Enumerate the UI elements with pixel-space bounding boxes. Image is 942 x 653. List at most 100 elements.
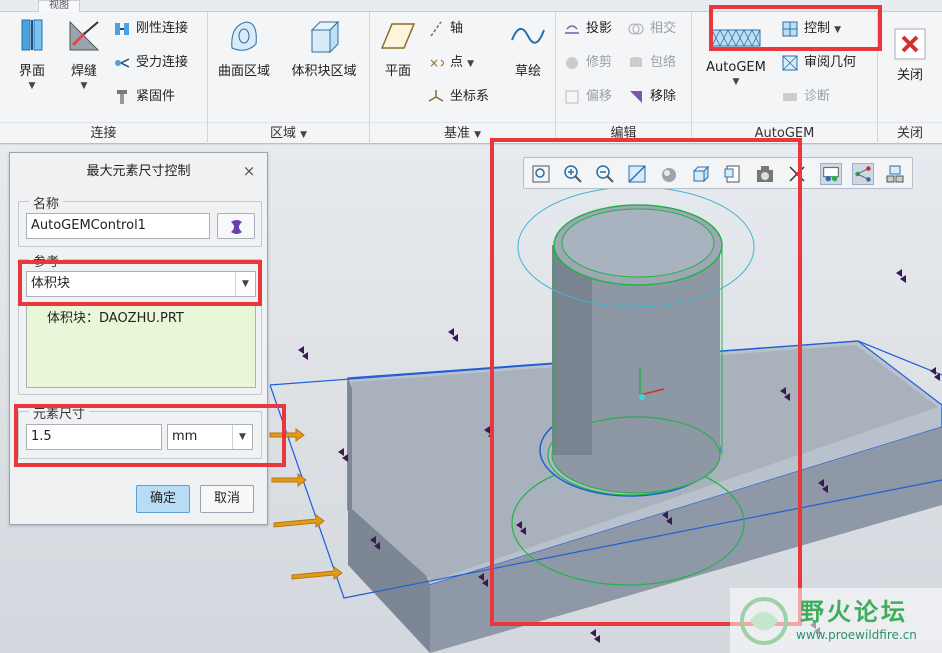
color-swatch-icon — [231, 220, 242, 234]
intersect-button[interactable]: 相交 — [626, 16, 676, 42]
remove-button[interactable]: 移除 — [626, 84, 676, 110]
csys-label: 坐标系 — [450, 89, 490, 104]
trim-label: 修剪 — [586, 55, 613, 70]
annotation-display-icon[interactable] — [884, 163, 906, 185]
project-button[interactable]: 投影 — [562, 16, 612, 42]
remove-label: 移除 — [650, 89, 677, 104]
chevron-down-icon: ▼ — [28, 81, 36, 91]
point-icon: ×× — [429, 56, 444, 70]
highlight-volume — [490, 138, 802, 626]
volume-region-button[interactable]: 体积块区域 — [282, 16, 366, 79]
group-label-connections: 连接 — [0, 122, 207, 144]
axis-button[interactable]: 轴 — [426, 16, 463, 42]
intersect-label: 相交 — [650, 21, 677, 36]
sketch-button[interactable]: 草绘 — [500, 16, 556, 79]
diagnostics-button[interactable]: 诊断 — [780, 84, 830, 110]
point-button[interactable]: ×× 点 ▼ — [426, 50, 474, 76]
volume-region-label: 体积块区域 — [291, 64, 357, 79]
trim-icon — [566, 57, 578, 69]
rigid-link-button[interactable]: 刚性连接 — [112, 16, 188, 42]
simulation-display-icon[interactable] — [820, 163, 842, 185]
name-fieldset: 名称 AutoGEMControl1 — [18, 193, 262, 247]
weighted-link-icon — [115, 58, 130, 68]
group-label-datum-text: 基准 — [443, 126, 470, 141]
close-icon[interactable]: × — [241, 163, 257, 179]
project-label: 投影 — [586, 21, 613, 36]
wrap-icon — [630, 57, 642, 67]
plane-label: 平面 — [384, 64, 411, 79]
group-close: 关闭 关闭 — [878, 12, 942, 144]
rigid-link-icon — [115, 23, 129, 35]
interface-label: 界面 — [18, 64, 45, 79]
close-icon — [894, 28, 926, 60]
name-input[interactable]: AutoGEMControl1 — [26, 213, 210, 239]
rigid-link-label: 刚性连接 — [136, 21, 189, 36]
wrap-label: 包络 — [650, 55, 677, 70]
fastener-button[interactable]: 紧固件 — [112, 84, 175, 110]
remove-icon — [630, 91, 642, 103]
weighted-link-label: 受力连接 — [136, 55, 189, 70]
chevron-down-icon: ▼ — [80, 81, 88, 91]
diagnostics-label: 诊断 — [804, 89, 831, 104]
fastener-icon — [117, 90, 127, 104]
chevron-down-icon[interactable]: ▼ — [474, 130, 481, 140]
weighted-link-button[interactable]: 受力连接 — [112, 50, 188, 76]
chevron-down-icon[interactable]: ▼ — [300, 130, 307, 140]
offset-button[interactable]: 偏移 — [562, 84, 612, 110]
intersect-icon — [628, 23, 644, 35]
watermark: 野火论坛 www.proewildfire.cn — [730, 588, 942, 653]
color-picker-button[interactable] — [217, 213, 255, 239]
group-connections: 界面 ▼ 焊缝 ▼ 刚性连接 受力连接 紧固件 连接 — [0, 12, 208, 144]
review-geometry-icon — [782, 55, 798, 71]
interface-button[interactable]: 界面 ▼ — [4, 16, 60, 91]
group-regions: 曲面区域 体积块区域 区域 ▼ — [208, 12, 370, 144]
group-datum: 平面 轴 ×× 点 ▼ 坐标系 草绘 基准 ▼ — [370, 12, 556, 144]
volume-region-icon — [310, 20, 340, 54]
sketch-icon — [511, 28, 545, 44]
reference-list[interactable]: 体积块：DAOZHU.PRT — [26, 302, 256, 388]
highlight-reference-type — [18, 260, 262, 306]
surface-region-icon — [231, 21, 257, 51]
forum-logo-icon — [740, 597, 788, 645]
weld-icon — [69, 20, 100, 51]
trim-button[interactable]: 修剪 — [562, 50, 612, 76]
axis-label: 轴 — [450, 21, 464, 36]
surface-region-label: 曲面区域 — [217, 64, 270, 79]
csys-button[interactable]: 坐标系 — [426, 84, 489, 110]
name-label: 名称 — [29, 193, 64, 212]
review-geometry-label: 审阅几何 — [804, 55, 857, 70]
highlight-control — [709, 5, 882, 51]
group-label-regions-text: 区域 — [269, 126, 296, 141]
cancel-button[interactable]: 取消 — [200, 485, 254, 513]
connection-display-icon[interactable] — [852, 163, 874, 185]
ribbon-tab-1[interactable] — [0, 0, 20, 12]
plane-button[interactable]: 平面 — [370, 16, 426, 79]
close-button[interactable]: 关闭 — [882, 16, 938, 83]
weld-button[interactable]: 焊缝 ▼ — [56, 16, 112, 91]
wrap-button[interactable]: 包络 — [626, 50, 676, 76]
review-geometry-button[interactable]: 审阅几何 — [780, 50, 856, 76]
watermark-title: 野火论坛 — [800, 598, 908, 626]
offset-icon — [565, 90, 579, 104]
svg-text:××: ×× — [429, 56, 444, 70]
fastener-label: 紧固件 — [136, 89, 176, 104]
close-label: 关闭 — [896, 68, 923, 83]
axis-icon — [430, 21, 442, 37]
ok-button[interactable]: 确定 — [136, 485, 190, 513]
dialog-title: 最大元素尺寸控制 — [86, 164, 191, 179]
coordinate-system-icon — [428, 90, 444, 102]
ribbon-tab-view[interactable]: 视图 — [38, 0, 80, 12]
surface-region-button[interactable]: 曲面区域 — [212, 16, 276, 79]
reference-list-item[interactable]: 体积块：DAOZHU.PRT — [47, 307, 184, 326]
group-label-close: 关闭 — [878, 122, 942, 144]
chevron-down-icon: ▼ — [467, 59, 475, 69]
sketch-label: 草绘 — [514, 64, 541, 79]
project-icon — [565, 25, 579, 34]
point-label: 点 — [450, 55, 464, 70]
diagnostics-icon — [783, 93, 797, 101]
interface-icon — [21, 19, 43, 51]
chevron-down-icon: ▼ — [732, 77, 740, 87]
watermark-url: www.proewildfire.cn — [796, 628, 917, 642]
weld-label: 焊缝 — [70, 64, 97, 79]
offset-label: 偏移 — [586, 89, 613, 104]
